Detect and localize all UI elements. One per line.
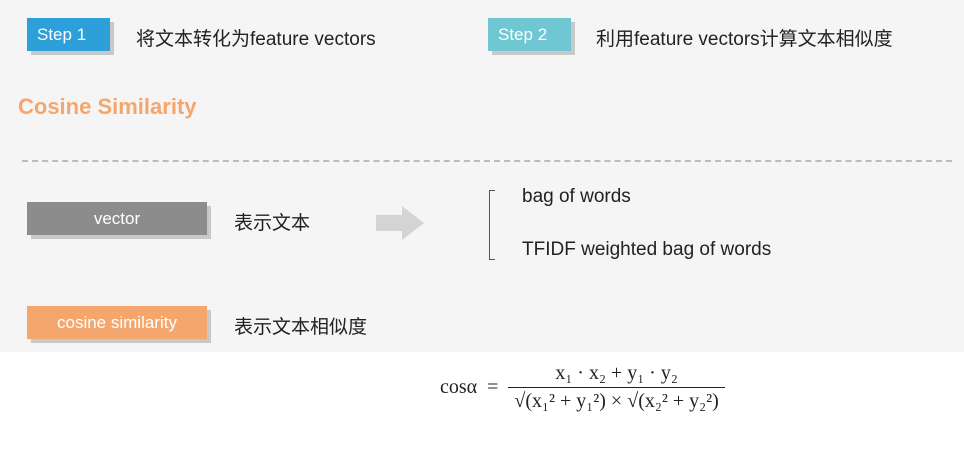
step-1-label: Step 1	[37, 25, 87, 44]
cosine-similarity-badge-label: cosine similarity	[57, 313, 177, 332]
section-title: Cosine Similarity	[18, 94, 197, 119]
step-2-label: Step 2	[498, 25, 548, 44]
vector-badge-label: vector	[93, 209, 141, 228]
formula-equals: =	[487, 376, 499, 398]
formula-fraction: x₁ · x₂ + y₁ · y₂ √(x₁² + y₁²) × √(x₂² +…	[508, 362, 725, 413]
formula-numerator: x₁ · x₂ + y₁ · y₂	[555, 362, 678, 384]
step-1-text: 将文本转化为feature vectors	[136, 29, 376, 50]
arrow-right-icon	[376, 206, 424, 240]
formula-denominator: √(x₁² + y₁²) × √(x₂² + y₂²)	[514, 390, 719, 412]
cosine-similarity-badge: cosine similarity	[27, 306, 207, 339]
vector-description: 表示文本	[234, 213, 311, 234]
option-bag-of-words: bag of words	[522, 186, 631, 207]
brace-icon	[489, 190, 497, 260]
step-2-text: 利用feature vectors计算文本相似度	[596, 29, 893, 50]
cosine-formula: cosα = x₁ · x₂ + y₁ · y₂ √(x₁² + y₁²) × …	[440, 362, 725, 413]
step-2-badge: Step 2	[488, 18, 571, 51]
option-tfidf-bag-of-words: TFIDF weighted bag of words	[522, 239, 772, 260]
slide-panel: Step 1 将文本转化为feature vectors Step 2 利用fe…	[0, 0, 964, 352]
formula-lhs: cosα	[440, 376, 478, 398]
cosine-similarity-description: 表示文本相似度	[234, 317, 368, 338]
dashed-divider	[22, 160, 952, 162]
step-1-badge: Step 1	[27, 18, 110, 51]
vector-badge: vector	[27, 202, 207, 235]
